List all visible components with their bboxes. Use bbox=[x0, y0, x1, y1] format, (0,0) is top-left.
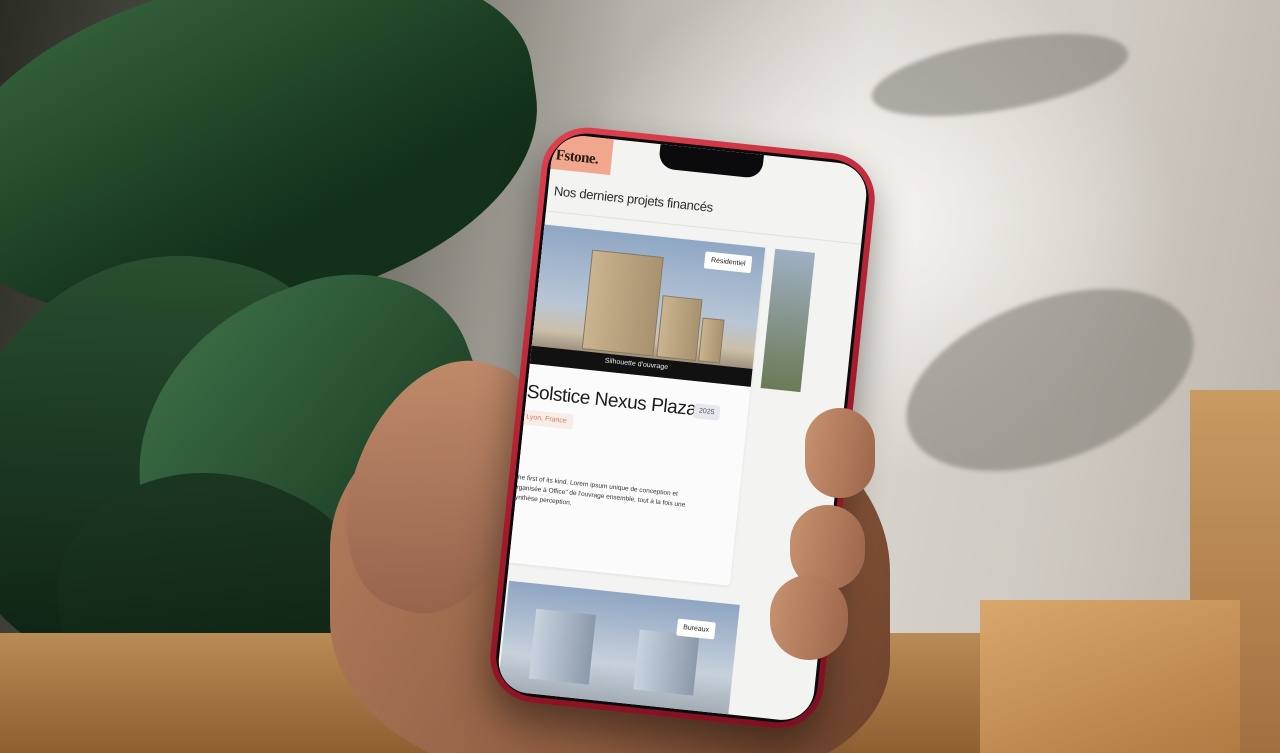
project-card[interactable]: Résidentiel Silhouette d'ouvrage Solstic… bbox=[499, 223, 766, 586]
project-image: Résidentiel Silhouette d'ouvrage bbox=[519, 223, 766, 387]
location-badge: Lyon, France bbox=[519, 409, 574, 430]
building bbox=[528, 608, 596, 685]
building bbox=[633, 629, 700, 696]
finger bbox=[770, 575, 848, 660]
wooden-box bbox=[980, 600, 1240, 753]
page-heading: Nos derniers projets financés bbox=[553, 183, 714, 215]
project-card[interactable]: Bureaux bbox=[496, 580, 740, 724]
next-project-card-peek[interactable] bbox=[760, 248, 816, 393]
finger bbox=[805, 408, 875, 498]
building bbox=[581, 249, 664, 357]
app-logo[interactable]: Fstone. bbox=[550, 132, 614, 176]
category-badge: Résidentiel bbox=[704, 251, 753, 274]
building bbox=[698, 317, 725, 364]
building bbox=[656, 295, 703, 362]
year-badge: 2025 bbox=[693, 403, 721, 421]
project-description: The first of its kind. Lorem ipsum uniqu… bbox=[511, 473, 686, 509]
